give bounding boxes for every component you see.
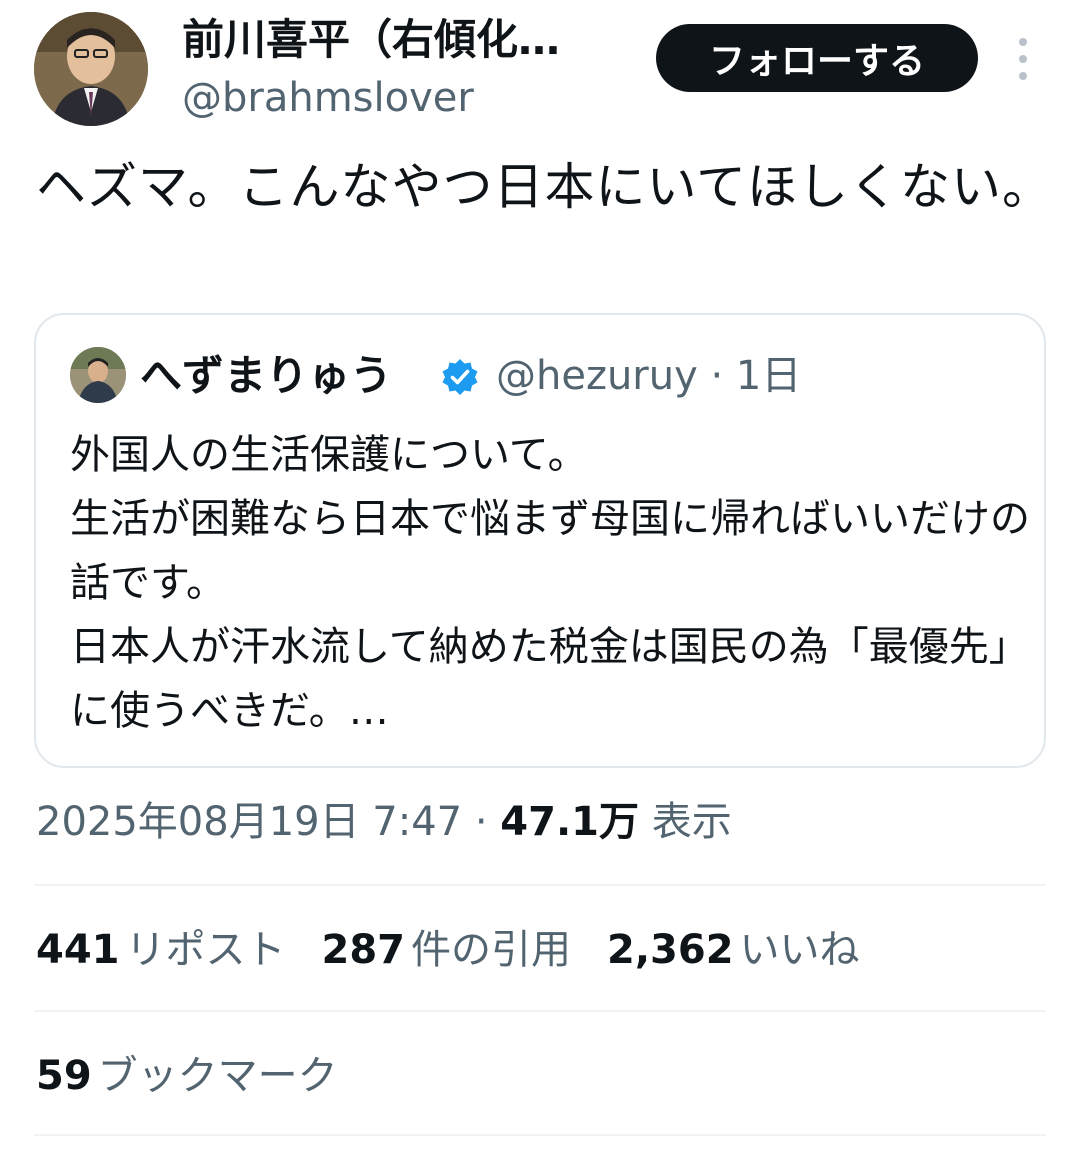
tweet-meta: 2025年08月19日 7:47 · 47.1万 表示 [36,790,732,854]
quotes-stat[interactable]: 287 件の引用 [322,918,572,982]
quoted-tweet-text: 外国人の生活保護について。 生活が困難なら日本で悩まず母国に帰ればいいだけの話で… [70,432,1030,734]
avatar-photo-icon [34,12,148,126]
divider [34,884,1046,886]
author-handle[interactable]: @brahmslover [182,70,474,126]
divider [34,1134,1046,1136]
quoted-tweet-card[interactable]: へずまりゅう @hezuruy · 1日 外国人の生活保護について。 生活が困難… [34,313,1046,768]
bookmarks-stat[interactable]: 59 ブックマーク [36,1044,338,1108]
follow-button[interactable]: フォローする [656,24,978,92]
author-display-name[interactable]: 前川喜平（右傾化… [182,10,622,70]
quoted-author-handle-time[interactable]: @hezuruy · 1日 [496,347,801,405]
quotes-label: 件の引用 [411,927,571,973]
bookmarks-label: ブックマーク [97,1053,338,1099]
quoted-author-avatar[interactable] [70,347,126,403]
author-avatar[interactable] [34,12,148,126]
dot [1019,72,1027,80]
more-vertical-icon[interactable] [1008,38,1038,80]
quoted-author-name[interactable]: へずまりゅう [140,347,392,405]
reposts-stat[interactable]: 441 リポスト [36,918,286,982]
bookmarks-count: 59 [36,1053,92,1099]
divider [34,1010,1046,1012]
tweet-datetime[interactable]: 2025年08月19日 7:47 · [36,799,500,845]
quoted-avatar-photo-icon [70,347,126,403]
likes-stat[interactable]: 2,362 いいね [607,918,860,982]
quotes-count: 287 [321,927,406,973]
dot [1019,55,1027,63]
reposts-count: 441 [36,927,120,973]
likes-count: 2,362 [607,927,734,973]
verified-badge-icon [442,359,478,395]
tweet-text: ヘズマ。こんなやつ日本にいてほしくない。 [36,158,1053,216]
reposts-label: リポスト [125,927,286,973]
views-label: 表示 [638,799,732,845]
dot [1019,38,1027,46]
engagement-stats: 441 リポスト 287 件の引用 2,362 いいね [36,918,860,982]
likes-label: いいね [739,927,860,973]
views-count: 47.1万 [500,799,639,845]
